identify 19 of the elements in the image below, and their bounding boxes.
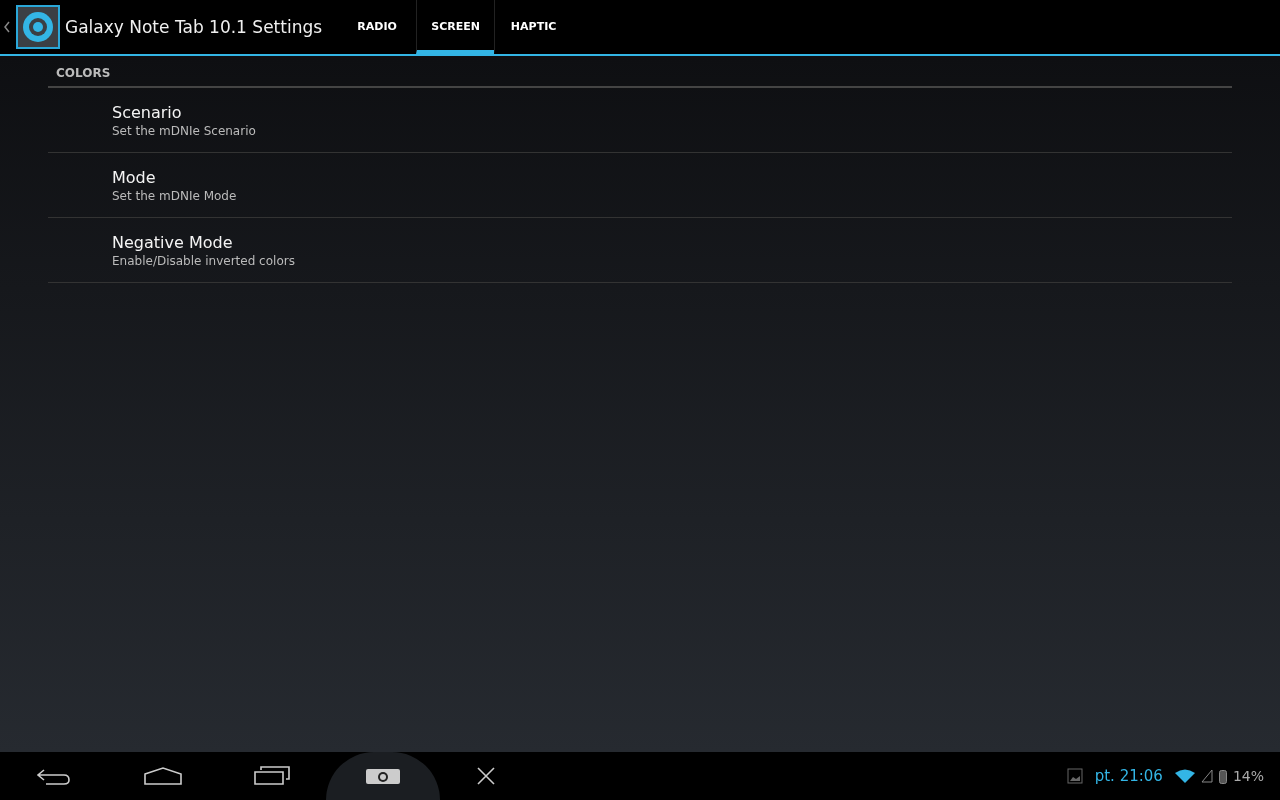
section-header: COLORS [48, 56, 1232, 88]
tab[interactable]: RADIO [338, 0, 417, 54]
wifi-icon [1174, 769, 1195, 783]
preference-item[interactable]: Scenario Set the mDNIe Scenario [48, 88, 1232, 153]
preference-item[interactable]: Mode Set the mDNIe Mode [48, 153, 1232, 218]
signal-icon [1200, 769, 1213, 783]
clock-text: pt. 21:06 [1094, 767, 1163, 785]
battery-percent: 14% [1232, 768, 1264, 784]
tab[interactable]: HAPTIC [494, 0, 573, 54]
close-icon[interactable] [476, 766, 496, 786]
recent-apps-icon[interactable] [254, 766, 290, 786]
camera-icon[interactable] [365, 767, 401, 785]
back-icon[interactable] [36, 766, 72, 786]
home-icon[interactable] [144, 766, 182, 786]
app-title: Galaxy Note Tab 10.1 Settings [65, 17, 323, 37]
up-caret-icon[interactable] [4, 21, 10, 33]
image-notification-icon [1066, 768, 1083, 784]
preference-item[interactable]: Negative Mode Enable/Disable inverted colors [48, 218, 1232, 283]
battery-icon [1218, 768, 1227, 784]
